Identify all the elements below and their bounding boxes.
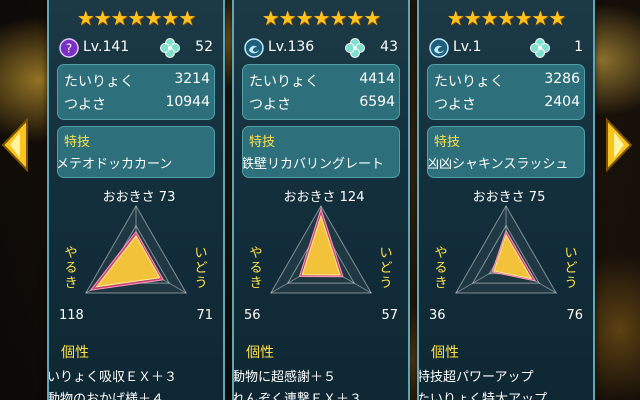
trait-line: 動物に超感謝＋５: [232, 370, 337, 385]
radar-move-label: いどう: [379, 246, 393, 291]
radar-size-label: おおきさ 73: [102, 190, 176, 205]
radar-move-value: 71: [196, 308, 213, 323]
trait-title: 個性: [246, 345, 274, 361]
skill-panel: 特技 メテオドッカカーン: [57, 126, 215, 178]
hp-label: たいりょく: [64, 74, 134, 90]
skill-name: 凶凶シャキンスラッシュ: [427, 157, 569, 172]
chevron-right-icon[interactable]: [604, 118, 634, 172]
monster-card[interactable]: ★★★★★★★ Lv.1 1 たいりょく 3286 つよさ 2404 特技 凶凶…: [417, 0, 595, 400]
hp-label: たいりょく: [249, 74, 319, 90]
trait-title: 個性: [431, 345, 459, 361]
level-label: Lv.136: [268, 39, 315, 55]
hp-row: たいりょく 4414: [249, 71, 395, 93]
radar-size-value: 73: [158, 190, 176, 205]
level-label: Lv.141: [83, 39, 130, 55]
trait-title: 個性: [61, 345, 89, 361]
hp-value: 4414: [359, 71, 395, 87]
power-row: つよさ 10944: [64, 94, 210, 116]
luck-value: 52: [195, 39, 213, 55]
level-label: Lv.1: [453, 39, 482, 55]
luck-value: 1: [574, 39, 583, 55]
stats-panel: たいりょく 3286 つよさ 2404: [427, 64, 585, 120]
stat-radar: おおきさ 124 やるき いどう 56 57: [234, 186, 408, 330]
level-value: 1: [472, 39, 482, 55]
power-label: つよさ: [64, 97, 106, 113]
water-element-icon: [429, 38, 449, 58]
skill-title: 特技: [64, 135, 91, 150]
clover-icon: [344, 37, 366, 59]
power-label: つよさ: [249, 97, 291, 113]
trait-line: れんぞく連撃ＥＸ＋３: [232, 392, 363, 400]
trait-line: 特技超パワーアップ: [417, 370, 534, 385]
rarity-stars: ★★★★★★★: [261, 6, 382, 30]
radar-motivation-value: 56: [244, 308, 261, 323]
skill-title: 特技: [434, 135, 461, 150]
radar-motivation-label: やるき: [434, 246, 448, 291]
water-element-icon: [244, 38, 264, 58]
stat-radar: おおきさ 73 やるき いどう 118 71: [49, 186, 223, 330]
radar-motivation-value: 118: [59, 308, 84, 323]
hp-row: たいりょく 3286: [434, 71, 580, 93]
radar-motivation-label: やるき: [249, 246, 263, 291]
radar-size-value: 124: [339, 190, 365, 205]
hp-value: 3286: [544, 71, 580, 87]
radar-move-value: 57: [381, 308, 398, 323]
clover-icon: [529, 37, 551, 59]
monster-card[interactable]: ★★★★★★★ Lv.136 43 たいりょく 4414 つよさ 6594 特技…: [232, 0, 410, 400]
trait-line: たいりょく特大アップ: [417, 392, 548, 400]
level-value: 136: [287, 39, 315, 55]
skill-title: 特技: [249, 135, 276, 150]
skill-panel: 特技 鉄壁リカバリングレート: [242, 126, 400, 178]
stats-panel: たいりょく 4414 つよさ 6594: [242, 64, 400, 120]
radar-size-value: 75: [528, 190, 546, 205]
power-row: つよさ 6594: [249, 94, 395, 116]
monster-card[interactable]: ★★★★★★★ ? Lv.141 52 たいりょく 3214 つよさ 10944…: [47, 0, 225, 400]
rarity-stars: ★★★★★★★: [76, 6, 197, 30]
trait-line: 動物のおかげ様＋４: [47, 392, 165, 400]
skill-panel: 特技 凶凶シャキンスラッシュ: [427, 126, 585, 178]
hp-label: たいりょく: [434, 74, 504, 90]
radar-size-label: おおきさ 124: [283, 190, 365, 205]
radar-move-label: いどう: [194, 246, 208, 291]
radar-size-label: おおきさ 75: [472, 190, 546, 205]
radar-motivation-value: 36: [429, 308, 446, 323]
power-value: 6594: [359, 94, 395, 110]
power-label: つよさ: [434, 97, 476, 113]
rarity-stars: ★★★★★★★: [446, 6, 567, 30]
level-row: Lv.136 43: [234, 36, 408, 60]
dark-element-icon: ?: [59, 38, 79, 58]
chevron-left-icon[interactable]: [0, 118, 30, 172]
level-row: Lv.1 1: [419, 36, 593, 60]
radar-motivation-label: やるき: [64, 246, 78, 291]
power-value: 2404: [544, 94, 580, 110]
svg-text:?: ?: [66, 42, 72, 56]
stat-radar: おおきさ 75 やるき いどう 36 76: [419, 186, 593, 330]
power-value: 10944: [165, 94, 210, 110]
hp-row: たいりょく 3214: [64, 71, 210, 93]
hp-value: 3214: [174, 71, 210, 87]
power-row: つよさ 2404: [434, 94, 580, 116]
level-value: 141: [102, 39, 130, 55]
skill-name: 鉄壁リカバリングレート: [242, 157, 385, 172]
skill-name: メテオドッカカーン: [57, 157, 173, 172]
luck-value: 43: [380, 39, 398, 55]
trait-line: いりょく吸収ＥＸ＋３: [47, 370, 178, 385]
clover-icon: [159, 37, 181, 59]
stats-panel: たいりょく 3214 つよさ 10944: [57, 64, 215, 120]
level-row: ? Lv.141 52: [49, 36, 223, 60]
radar-move-label: いどう: [564, 246, 578, 291]
radar-move-value: 76: [566, 308, 583, 323]
